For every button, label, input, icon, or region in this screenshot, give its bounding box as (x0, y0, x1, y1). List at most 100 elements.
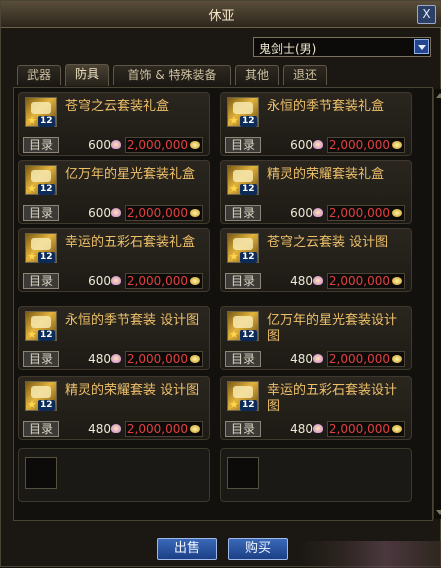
item-name: 精灵的荣耀套装 设计图 (65, 383, 200, 398)
tab-other[interactable]: 其他 (235, 65, 279, 85)
catalog-button[interactable]: 目录 (23, 205, 59, 221)
gold-coin-icon (190, 141, 200, 149)
item-count: 480 (88, 422, 111, 436)
material-icon (313, 140, 323, 149)
gold-coin-icon (392, 209, 402, 217)
item-name: 永恒的季节套装礼盒 (267, 99, 385, 114)
item-count: 480 (290, 422, 313, 436)
item-card[interactable]: ★ 12 亿万年的星光套装礼盒 目录 600 2,000,000 (18, 160, 210, 224)
item-card[interactable]: ★ 12 永恒的季节套装礼盒 目录 600 2,000,000 (220, 92, 412, 156)
gift-box-icon[interactable]: ★ 12 (25, 97, 57, 127)
item-card[interactable]: ★ 12 幸运的五彩石套装礼盒 目录 600 2,000,000 (18, 228, 210, 292)
item-name: 亿万年的星光套装礼盒 (65, 167, 196, 182)
material-icon (111, 354, 121, 363)
gold-coin-icon (392, 277, 402, 285)
scroll-up-icon[interactable] (435, 91, 441, 101)
material-icon (111, 208, 121, 217)
item-card[interactable]: ★ 12 苍穹之云套装礼盒 目录 600 2,000,000 (18, 92, 210, 156)
item-price: 2,000,000 (125, 273, 203, 289)
item-name: 亿万年的星光套装设计图 (267, 313, 398, 344)
item-price: 2,000,000 (327, 351, 405, 367)
item-name: 幸运的五彩石套装设计图 (267, 383, 398, 414)
item-count: 600 (290, 138, 313, 152)
material-icon (313, 354, 323, 363)
item-price: 2,000,000 (125, 137, 203, 153)
gold-coin-icon (392, 355, 402, 363)
catalog-button[interactable]: 目录 (225, 273, 261, 289)
item-count: 480 (290, 352, 313, 366)
item-count: 600 (290, 206, 313, 220)
catalog-button[interactable]: 目录 (225, 421, 261, 437)
gold-coin-icon (392, 425, 402, 433)
item-price: 2,000,000 (327, 137, 405, 153)
gift-box-icon[interactable]: ★ 12 (227, 97, 259, 127)
item-card[interactable]: ★ 12 精灵的荣耀套装礼盒 目录 600 2,000,000 (220, 160, 412, 224)
material-icon (313, 276, 323, 285)
item-count: 600 (88, 206, 111, 220)
item-card[interactable]: ★ 12 苍穹之云套装 设计图 目录 480 2,000,000 (220, 228, 412, 292)
background-scene (301, 541, 441, 568)
scrollbar[interactable] (433, 89, 441, 519)
gold-coin-icon (190, 355, 200, 363)
gold-coin-icon (190, 209, 200, 217)
material-icon (111, 140, 121, 149)
sell-button[interactable]: 出售 (157, 538, 217, 560)
item-price: 2,000,000 (125, 351, 203, 367)
blueprint-icon[interactable]: ★ 12 (25, 311, 57, 341)
empty-item-slot (220, 448, 412, 502)
tab-accessories[interactable]: 首饰 & 特殊装备 (113, 65, 231, 85)
item-price: 2,000,000 (327, 205, 405, 221)
catalog-button[interactable]: 目录 (23, 273, 59, 289)
item-name: 苍穹之云套装 设计图 (267, 235, 389, 250)
catalog-button[interactable]: 目录 (225, 351, 261, 367)
item-price: 2,000,000 (125, 205, 203, 221)
catalog-button[interactable]: 目录 (23, 351, 59, 367)
item-card[interactable]: ★ 12 精灵的荣耀套装 设计图 目录 480 2,000,000 (18, 376, 210, 440)
gift-box-icon[interactable]: ★ 12 (227, 165, 259, 195)
tab-armor[interactable]: 防具 (65, 64, 109, 86)
item-name: 苍穹之云套装礼盒 (65, 99, 170, 114)
item-list: ★ 12 苍穹之云套装礼盒 目录 600 2,000,000 ★ 12 永恒的季节套… (13, 87, 441, 521)
empty-slot (227, 457, 259, 489)
item-count: 600 (88, 274, 111, 288)
blueprint-icon[interactable]: ★ 12 (25, 381, 57, 411)
item-price: 2,000,000 (327, 273, 405, 289)
gift-box-icon[interactable]: ★ 12 (25, 165, 57, 195)
shop-window: 休亚 X 鬼剑士(男) 武器 防具 首饰 & 特殊装备 其他 退还 ★ 12 苍穹… (0, 0, 441, 568)
empty-slot (25, 457, 57, 489)
item-name: 幸运的五彩石套装礼盒 (65, 235, 196, 250)
item-count: 480 (290, 274, 313, 288)
catalog-button[interactable]: 目录 (225, 205, 261, 221)
item-name: 精灵的荣耀套装礼盒 (267, 167, 385, 182)
item-card[interactable]: ★ 12 亿万年的星光套装设计图 目录 480 2,000,000 (220, 306, 412, 370)
empty-item-slot (18, 448, 210, 502)
gold-coin-icon (392, 141, 402, 149)
item-price: 2,000,000 (327, 421, 405, 437)
window-title: 休亚 (208, 9, 235, 24)
tab-return[interactable]: 退还 (283, 65, 327, 85)
buy-button[interactable]: 购买 (228, 538, 288, 560)
item-card[interactable]: ★ 12 永恒的季节套装 设计图 目录 480 2,000,000 (18, 306, 210, 370)
gold-coin-icon (190, 277, 200, 285)
item-count: 600 (88, 138, 111, 152)
material-icon (313, 208, 323, 217)
material-icon (111, 424, 121, 433)
close-icon[interactable]: X (417, 5, 436, 24)
catalog-button[interactable]: 目录 (23, 421, 59, 437)
catalog-button[interactable]: 目录 (225, 137, 261, 153)
gift-box-icon[interactable]: ★ 12 (25, 233, 57, 263)
item-name: 永恒的季节套装 设计图 (65, 313, 200, 328)
item-price: 2,000,000 (125, 421, 203, 437)
item-card[interactable]: ★ 12 幸运的五彩石套装设计图 目录 480 2,000,000 (220, 376, 412, 440)
job-select[interactable]: 鬼剑士(男) (253, 37, 431, 57)
blueprint-icon[interactable]: ★ 12 (227, 381, 259, 411)
item-count: 480 (88, 352, 111, 366)
material-icon (111, 276, 121, 285)
tab-weapons[interactable]: 武器 (17, 65, 61, 85)
title-bar[interactable]: 休亚 X (1, 1, 441, 28)
chevron-down-icon[interactable] (414, 39, 429, 54)
blueprint-icon[interactable]: ★ 12 (227, 233, 259, 263)
catalog-button[interactable]: 目录 (23, 137, 59, 153)
scroll-down-icon[interactable] (435, 507, 441, 517)
blueprint-icon[interactable]: ★ 12 (227, 311, 259, 341)
